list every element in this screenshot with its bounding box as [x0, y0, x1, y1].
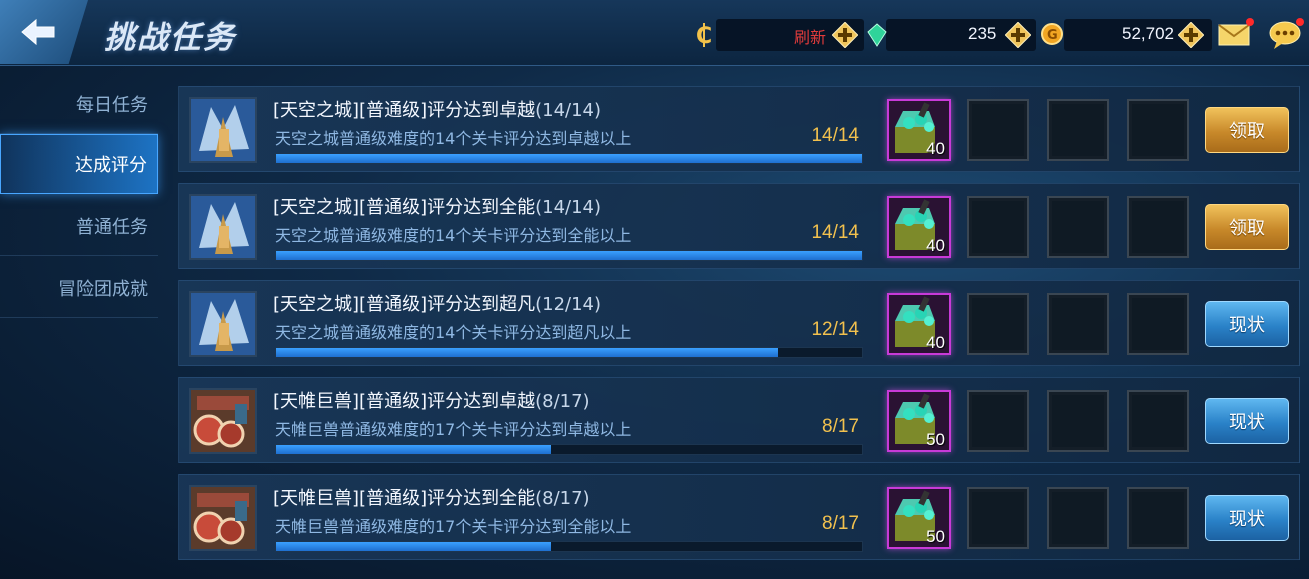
- empty-reward-slot: [1047, 99, 1109, 161]
- task-description: 天空之城普通级难度的14个关卡评分达到卓越以上: [275, 129, 632, 148]
- reward-quantity: 40: [926, 236, 945, 255]
- empty-reward-slot: [967, 196, 1029, 258]
- progress-fill: [276, 445, 552, 454]
- task-count: (12/14): [535, 294, 602, 315]
- claim-button[interactable]: 领取: [1205, 107, 1289, 153]
- reward-quantity: 50: [926, 527, 945, 546]
- reward-item[interactable]: 50: [887, 487, 951, 549]
- empty-reward-slot: [967, 99, 1029, 161]
- status-button[interactable]: 现状: [1205, 398, 1289, 444]
- claim-button[interactable]: 领取: [1205, 204, 1289, 250]
- sidebar-item-daily-tasks[interactable]: 每日任务: [0, 74, 158, 134]
- empty-reward-slot: [1127, 487, 1189, 549]
- task-progress-text: 12/14: [811, 319, 859, 340]
- empty-reward-slot: [1047, 487, 1109, 549]
- reward-item[interactable]: 40: [887, 99, 951, 161]
- sidebar-item-adventure-achievements[interactable]: 冒险团成就: [0, 258, 158, 318]
- progress-fill: [276, 348, 779, 357]
- page-title: 挑战任务: [104, 20, 236, 56]
- chat-notification-dot: [1296, 18, 1304, 26]
- sky-beast-icon: [189, 388, 257, 454]
- reward-quantity: 40: [926, 333, 945, 352]
- sky-castle-icon: [189, 194, 257, 260]
- sidebar: 每日任务 达成评分 普通任务 冒险团成就: [0, 68, 158, 579]
- add-gem-plus-icon[interactable]: [1005, 22, 1031, 48]
- empty-reward-slot: [1047, 196, 1109, 258]
- empty-reward-slot: [1127, 390, 1189, 452]
- status-button[interactable]: 现状: [1205, 495, 1289, 541]
- task-description: 天帷巨兽普通级难度的17个关卡评分达到卓越以上: [275, 420, 632, 439]
- task-description: 天空之城普通级难度的14个关卡评分达到超凡以上: [275, 323, 632, 342]
- task-title: [天空之城][普通级]评分达到超凡(12/14): [273, 294, 602, 315]
- task-title: [天帷巨兽][普通级]评分达到全能(8/17): [273, 488, 590, 509]
- task-title: [天帷巨兽][普通级]评分达到卓越(8/17): [273, 391, 590, 412]
- progress-bar: [275, 153, 863, 164]
- task-count: (14/14): [535, 197, 602, 218]
- empty-reward-slot: [1047, 293, 1109, 355]
- gold-coin-icon: G: [1041, 23, 1063, 45]
- task-row: [天帷巨兽][普通级]评分达到全能(8/17) 天帷巨兽普通级难度的17个关卡评…: [178, 474, 1300, 560]
- empty-reward-slot: [1127, 293, 1189, 355]
- progress-bar: [275, 250, 863, 261]
- gem-icon: [867, 23, 887, 47]
- sky-castle-icon: [189, 291, 257, 357]
- task-description: 天帷巨兽普通级难度的17个关卡评分达到全能以上: [275, 517, 632, 536]
- task-title: [天空之城][普通级]评分达到卓越(14/14): [273, 100, 602, 121]
- top-bar: 挑战任务 C 刷新 235 G 52,702: [0, 0, 1309, 66]
- empty-reward-slot: [1127, 99, 1189, 161]
- c-coin-icon: C: [696, 23, 712, 49]
- task-count: (8/17): [535, 391, 590, 412]
- task-count: (8/17): [535, 488, 590, 509]
- sky-beast-icon: [189, 485, 257, 551]
- reward-quantity: 40: [926, 139, 945, 158]
- gold-count: 52,702: [1122, 24, 1174, 43]
- progress-fill: [276, 154, 862, 163]
- progress-bar: [275, 444, 863, 455]
- sky-castle-icon: [189, 97, 257, 163]
- task-description: 天空之城普通级难度的14个关卡评分达到全能以上: [275, 226, 632, 245]
- back-arrow-icon: [21, 18, 55, 46]
- empty-reward-slot: [967, 293, 1029, 355]
- reward-item[interactable]: 40: [887, 196, 951, 258]
- empty-reward-slot: [1047, 390, 1109, 452]
- sidebar-item-normal-tasks[interactable]: 普通任务: [0, 196, 158, 256]
- task-count: (14/14): [535, 100, 602, 121]
- task-row: [天空之城][普通级]评分达到卓越(14/14) 天空之城普通级难度的14个关卡…: [178, 86, 1300, 172]
- mail-notification-dot: [1246, 18, 1254, 26]
- empty-reward-slot: [967, 390, 1029, 452]
- svg-text:G: G: [1047, 28, 1058, 43]
- sidebar-item-rating-achievements[interactable]: 达成评分: [0, 134, 158, 194]
- reward-item[interactable]: 40: [887, 293, 951, 355]
- reward-quantity: 50: [926, 430, 945, 449]
- task-row: [天空之城][普通级]评分达到超凡(12/14) 天空之城普通级难度的14个关卡…: [178, 280, 1300, 366]
- refresh-label: 刷新: [794, 28, 827, 47]
- empty-reward-slot: [967, 487, 1029, 549]
- gem-count: 235: [968, 24, 997, 43]
- task-progress-text: 8/17: [822, 513, 859, 534]
- task-row: [天帷巨兽][普通级]评分达到卓越(8/17) 天帷巨兽普通级难度的17个关卡评…: [178, 377, 1300, 463]
- task-progress-text: 14/14: [811, 125, 859, 146]
- progress-fill: [276, 542, 552, 551]
- progress-bar: [275, 541, 863, 552]
- task-progress-text: 14/14: [811, 222, 859, 243]
- task-title: [天空之城][普通级]评分达到全能(14/14): [273, 197, 602, 218]
- task-progress-text: 8/17: [822, 416, 859, 437]
- back-button[interactable]: [0, 0, 88, 64]
- add-gold-plus-icon[interactable]: [1178, 22, 1204, 48]
- empty-reward-slot: [1127, 196, 1189, 258]
- progress-bar: [275, 347, 863, 358]
- status-button[interactable]: 现状: [1205, 301, 1289, 347]
- reward-item[interactable]: 50: [887, 390, 951, 452]
- add-refresh-plus-icon[interactable]: [832, 22, 858, 48]
- mail-icon[interactable]: [1218, 24, 1250, 46]
- task-row: [天空之城][普通级]评分达到全能(14/14) 天空之城普通级难度的14个关卡…: [178, 183, 1300, 269]
- progress-fill: [276, 251, 862, 260]
